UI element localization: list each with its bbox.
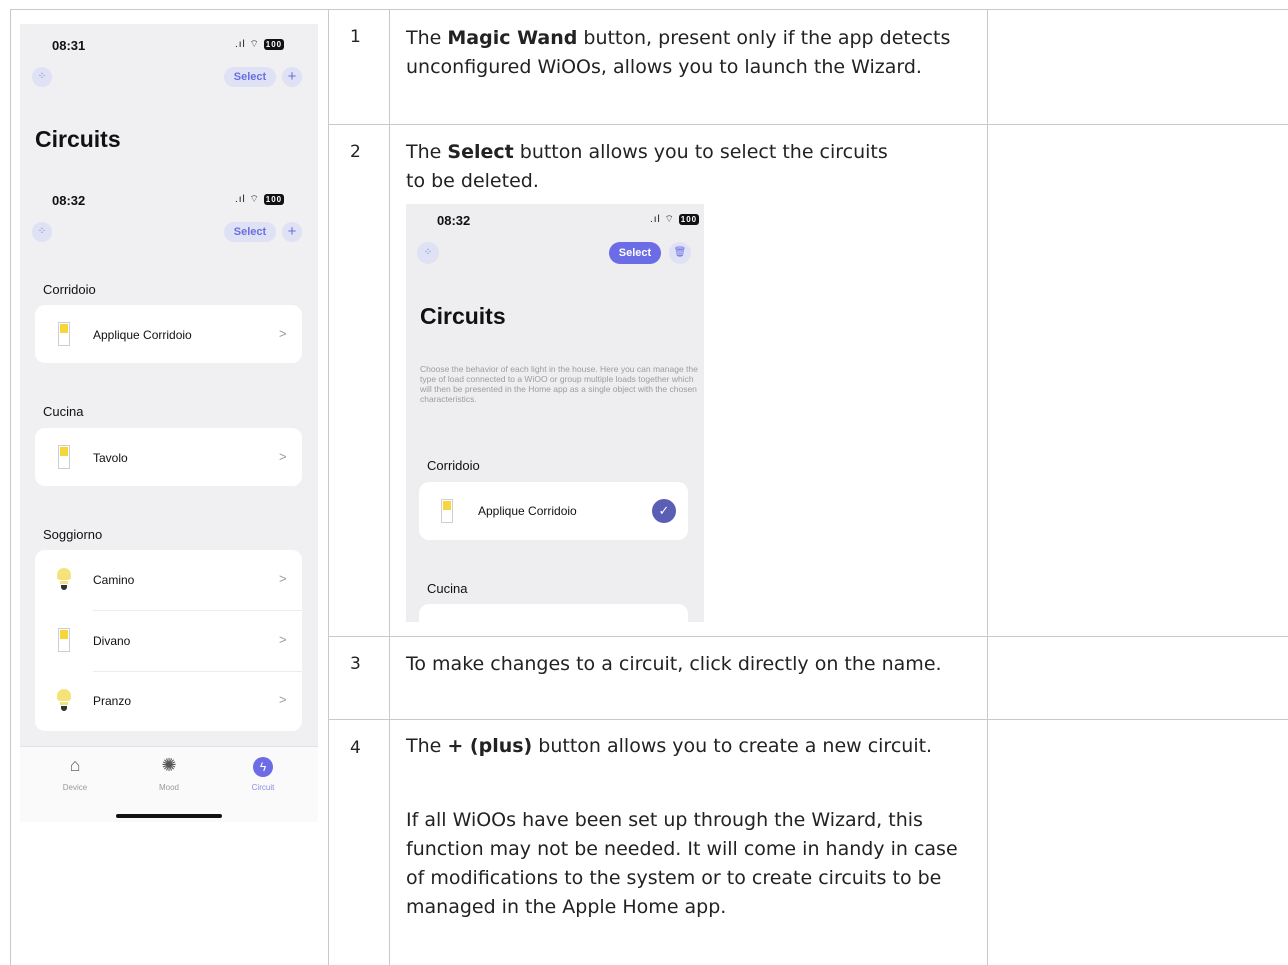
table-row-divider-1 bbox=[328, 124, 1288, 125]
add-circuit-button[interactable]: + bbox=[282, 67, 302, 87]
circuit-card-applique-corridoio[interactable]: Applique Corridoio > bbox=[35, 305, 302, 363]
status-icons: .ıl ⌔ 100 bbox=[235, 38, 285, 50]
table-row-divider-3 bbox=[328, 719, 1288, 720]
tab-bar: ⌂ Device ✺ Mood ϟ Circuit bbox=[20, 746, 318, 822]
table-border-top bbox=[10, 9, 1288, 10]
table-row-divider-2 bbox=[328, 636, 1288, 637]
switch-icon bbox=[441, 499, 453, 523]
table-col-divider-2 bbox=[389, 9, 390, 965]
add-circuit-button-inner[interactable]: + bbox=[282, 222, 302, 242]
circuit-name[interactable]: Camino bbox=[93, 573, 134, 587]
chevron-right-icon: > bbox=[279, 326, 287, 341]
magic-wand-button[interactable]: ⁘ bbox=[417, 242, 439, 264]
checkmark-icon[interactable]: ✓ bbox=[652, 499, 676, 523]
circuit-name[interactable]: Divano bbox=[93, 634, 130, 648]
row-text-4: The + (plus) button allows you to create… bbox=[406, 735, 933, 757]
switch-icon bbox=[58, 628, 70, 652]
circuit-card-cut-off[interactable] bbox=[419, 604, 688, 622]
tab-label: Device bbox=[62, 783, 88, 792]
select-button-active[interactable]: Select bbox=[609, 242, 661, 264]
magic-wand-button[interactable]: ⁘ bbox=[32, 67, 52, 87]
section-label-soggiorno: Soggiorno bbox=[43, 527, 103, 542]
battery-icon: 100 bbox=[263, 38, 285, 50]
chevron-right-icon: > bbox=[279, 571, 287, 586]
battery-icon: 100 bbox=[678, 213, 700, 225]
circuit-card-group-soggiorno: Camino > Divano > Pranzo > bbox=[35, 550, 302, 731]
row-text-2: The Select button allows you to select t… bbox=[406, 141, 888, 192]
bulb-icon bbox=[57, 568, 71, 592]
status-time: 08:31 bbox=[52, 38, 86, 53]
status-icons-inner: .ıl ⌔ 100 bbox=[235, 193, 285, 205]
bolt-icon: ϟ bbox=[253, 757, 273, 777]
section-label-corridoio: Corridoio bbox=[427, 458, 480, 473]
home-indicator bbox=[116, 814, 222, 818]
bulb-icon bbox=[57, 689, 71, 713]
magic-wand-button-inner[interactable]: ⁘ bbox=[32, 222, 52, 242]
section-label-cucina: Cucina bbox=[427, 581, 468, 596]
status-icons: .ıl ⌔ 100 bbox=[650, 213, 700, 225]
circuit-name[interactable]: Tavolo bbox=[93, 451, 128, 465]
page-description: Choose the behavior of each light in the… bbox=[420, 364, 698, 404]
chevron-right-icon: > bbox=[279, 632, 287, 647]
circuit-name[interactable]: Applique Corridoio bbox=[478, 504, 577, 518]
row-number-4: 4 bbox=[350, 738, 361, 758]
circuit-card-tavolo[interactable]: Tavolo > bbox=[35, 428, 302, 486]
switch-icon bbox=[58, 445, 70, 469]
tab-label: Mood bbox=[158, 783, 179, 792]
battery-icon: 100 bbox=[263, 193, 285, 205]
circuit-name[interactable]: Pranzo bbox=[93, 694, 131, 708]
section-label-cucina: Cucina bbox=[43, 404, 84, 419]
tab-device[interactable]: ⌂ Device bbox=[50, 753, 100, 793]
table-border-left bbox=[10, 9, 11, 965]
row-number-2: 2 bbox=[350, 142, 361, 162]
house-icon: ⌂ bbox=[69, 755, 81, 775]
row-text-3: To make changes to a circuit, click dire… bbox=[406, 653, 942, 675]
phone-screenshot-select-mode: 08:32 .ıl ⌔ 100 ⁘ Select 🗑 Circuits Choo… bbox=[406, 204, 704, 622]
circuit-row-divano[interactable]: Divano > bbox=[35, 611, 302, 671]
row-number-3: 3 bbox=[350, 654, 361, 674]
row-text-4-extra: If all WiOOs have been set up through th… bbox=[406, 809, 958, 918]
row-text-1: The Magic Wand button, present only if t… bbox=[406, 27, 951, 78]
palette-icon: ✺ bbox=[161, 755, 177, 775]
circuit-name[interactable]: Applique Corridoio bbox=[93, 328, 192, 342]
select-term: Select bbox=[447, 141, 514, 163]
page-title: Circuits bbox=[420, 303, 506, 329]
status-time: 08:32 bbox=[437, 213, 471, 228]
plus-term: + (plus) bbox=[447, 735, 533, 757]
tab-label: Circuit bbox=[251, 783, 275, 792]
status-time-inner: 08:32 bbox=[52, 193, 86, 208]
chevron-right-icon: > bbox=[279, 692, 287, 707]
section-label-corridoio: Corridoio bbox=[43, 282, 96, 297]
table-col-divider-1 bbox=[328, 9, 329, 965]
circuit-row-pranzo[interactable]: Pranzo > bbox=[35, 672, 302, 731]
circuit-card-applique-corridoio-selected[interactable]: Applique Corridoio ✓ bbox=[419, 482, 688, 540]
trash-button[interactable]: 🗑 bbox=[669, 242, 691, 264]
page-title: Circuits bbox=[35, 126, 121, 152]
select-button-inner[interactable]: Select bbox=[224, 222, 276, 242]
row-number-1: 1 bbox=[350, 27, 361, 47]
tab-mood[interactable]: ✺ Mood bbox=[144, 753, 194, 793]
tab-circuit[interactable]: ϟ Circuit bbox=[238, 753, 288, 793]
switch-icon bbox=[58, 322, 70, 346]
circuit-row-camino[interactable]: Camino > bbox=[35, 550, 302, 610]
phone-screenshot-main: 08:31 .ıl ⌔ 100 ⁘ Select + Circuits 08:3… bbox=[20, 24, 318, 822]
chevron-right-icon: > bbox=[279, 449, 287, 464]
select-button[interactable]: Select bbox=[224, 67, 276, 87]
magic-wand-term: Magic Wand bbox=[447, 27, 578, 49]
table-col-divider-3 bbox=[987, 9, 988, 965]
